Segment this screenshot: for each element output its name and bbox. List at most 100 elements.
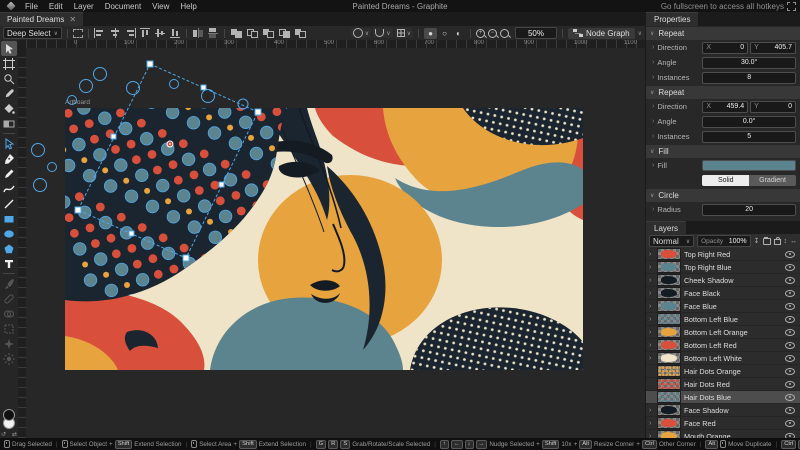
fill-color-swatch[interactable]: [702, 160, 796, 171]
layer-row[interactable]: ›Top Right Blue: [646, 261, 800, 274]
visibility-toggle-icon[interactable]: [785, 264, 795, 271]
visibility-toggle-icon[interactable]: [785, 251, 795, 258]
flip-horizontal-icon[interactable]: [192, 28, 204, 38]
direction-y-input[interactable]: Y405.7: [750, 42, 796, 54]
align-right-icon[interactable]: [124, 28, 136, 38]
layer-row[interactable]: ›Bottom Left White: [646, 352, 800, 365]
angle-input[interactable]: 0.0°: [702, 116, 796, 128]
opacity-input[interactable]: Opacity100%: [697, 235, 751, 247]
zoom-in-button[interactable]: +: [476, 29, 485, 38]
circle-section-header[interactable]: ∨ Circle: [646, 189, 800, 202]
visibility-toggle-icon[interactable]: [785, 368, 795, 375]
menu-help[interactable]: Help: [175, 2, 201, 11]
solid-button[interactable]: Solid: [702, 175, 749, 186]
menu-document[interactable]: Document: [100, 2, 146, 11]
instances-input[interactable]: 8: [702, 72, 796, 84]
layer-row[interactable]: ›Cheek Shadow: [646, 274, 800, 287]
select-tool[interactable]: [1, 41, 17, 56]
instances-input[interactable]: 5: [702, 131, 796, 143]
visibility-toggle-icon[interactable]: [785, 342, 795, 349]
eyedropper-tool[interactable]: [1, 86, 17, 101]
artboard-tool[interactable]: [1, 56, 17, 71]
layer-expand-caret-icon[interactable]: ›: [649, 277, 654, 284]
visibility-toggle-icon[interactable]: [785, 355, 795, 362]
view-mode-split[interactable]: ◐: [452, 28, 465, 39]
reorder-icon[interactable]: ↔: [790, 238, 797, 245]
tab-layers[interactable]: Layers: [646, 221, 686, 234]
layer-row[interactable]: ›Bottom Left Red: [646, 339, 800, 352]
document-tab[interactable]: Painted Dreams ✕: [0, 12, 83, 26]
fullscreen-icon[interactable]: [787, 2, 796, 11]
navigate-tool[interactable]: [1, 71, 17, 86]
pen-tool[interactable]: [1, 151, 17, 166]
visibility-toggle-icon[interactable]: [785, 277, 795, 284]
expose-icon[interactable]: ›: [652, 74, 654, 81]
layer-row[interactable]: ›Hair Dots Blue: [646, 391, 800, 404]
freehand-tool[interactable]: [1, 166, 17, 181]
lock-icon[interactable]: [774, 239, 780, 245]
rectangle-tool[interactable]: [1, 211, 17, 226]
align-left-icon[interactable]: [94, 28, 106, 38]
layer-expand-caret-icon[interactable]: ›: [649, 264, 654, 271]
vertical-ruler[interactable]: -1000100200300400500600: [18, 48, 26, 438]
layer-row[interactable]: ›Bottom Left Blue: [646, 313, 800, 326]
overlays-options-dropdown[interactable]: ∨: [351, 28, 371, 38]
layer-row[interactable]: ›Face Red: [646, 417, 800, 430]
artboard[interactable]: [65, 108, 583, 370]
visibility-toggle-icon[interactable]: [785, 316, 795, 323]
visibility-toggle-icon[interactable]: [785, 329, 795, 336]
polygon-tool[interactable]: [1, 241, 17, 256]
layer-expand-caret-icon[interactable]: ›: [649, 355, 654, 362]
fill-tool[interactable]: [1, 101, 17, 116]
expose-icon[interactable]: ›: [652, 44, 654, 51]
gradient-button[interactable]: Gradient: [749, 175, 796, 186]
layer-expand-caret-icon[interactable]: ›: [649, 407, 654, 414]
direction-y-input[interactable]: Y0: [750, 101, 796, 113]
zoom-level-input[interactable]: 50%: [515, 27, 557, 39]
expose-icon[interactable]: ›: [652, 118, 654, 125]
grid-options-dropdown[interactable]: ∨: [395, 28, 413, 38]
visibility-toggle-icon[interactable]: [785, 381, 795, 388]
view-mode-outline[interactable]: ○: [438, 28, 451, 39]
layer-row[interactable]: ›Hair Dots Red: [646, 378, 800, 391]
fill-section-header[interactable]: ∨ Fill: [646, 145, 800, 158]
direction-x-input[interactable]: X0: [702, 42, 748, 54]
gradient-tool[interactable]: [1, 116, 17, 131]
tab-properties[interactable]: Properties: [646, 12, 698, 26]
layer-expand-caret-icon[interactable]: ›: [649, 420, 654, 427]
flip-vertical-icon[interactable]: [207, 28, 219, 38]
align-bottom-icon[interactable]: [169, 28, 181, 38]
align-vertical-center-icon[interactable]: [154, 28, 166, 38]
align-horizontal-center-icon[interactable]: [109, 28, 121, 38]
align-top-icon[interactable]: [139, 28, 151, 38]
expose-icon[interactable]: ›: [652, 162, 654, 169]
line-tool[interactable]: [1, 196, 17, 211]
primary-color-swatch[interactable]: [3, 409, 15, 421]
layer-row[interactable]: ›Face Blue: [646, 300, 800, 313]
layer-row[interactable]: ›Mouth Orange: [646, 430, 800, 438]
menu-file[interactable]: File: [20, 2, 43, 11]
overflow-chevron-icon[interactable]: ∨: [638, 30, 642, 37]
zoom-reset-button[interactable]: [500, 29, 509, 38]
visibility-toggle-icon[interactable]: [785, 290, 795, 297]
repeat-section-header[interactable]: ∨ Repeat: [646, 27, 800, 40]
angle-input[interactable]: 30.0°: [702, 57, 796, 69]
select-mode-dropdown[interactable]: Deep Select ∨: [3, 27, 62, 39]
menu-edit[interactable]: Edit: [44, 2, 68, 11]
layer-expand-caret-icon[interactable]: ›: [649, 329, 654, 336]
boolean-union-icon[interactable]: [230, 28, 243, 38]
snapping-options-dropdown[interactable]: ∨: [373, 28, 392, 38]
close-tab-icon[interactable]: ✕: [69, 15, 76, 24]
expose-icon[interactable]: ›: [652, 103, 654, 110]
boolean-subtract-back-icon[interactable]: [262, 28, 275, 38]
spline-tool[interactable]: [1, 181, 17, 196]
reset-colors-icon[interactable]: ↺: [1, 431, 6, 438]
menu-layer[interactable]: Layer: [69, 2, 99, 11]
expand-panel-icon[interactable]: ↕: [784, 238, 788, 245]
visibility-toggle-icon[interactable]: [785, 303, 795, 310]
visibility-toggle-icon[interactable]: [785, 420, 795, 427]
blend-mode-dropdown[interactable]: Normal ∨: [649, 235, 694, 247]
zoom-out-button[interactable]: −: [488, 29, 497, 38]
swap-colors-icon[interactable]: ⇄: [12, 431, 17, 438]
layer-row[interactable]: ›Face Black: [646, 287, 800, 300]
